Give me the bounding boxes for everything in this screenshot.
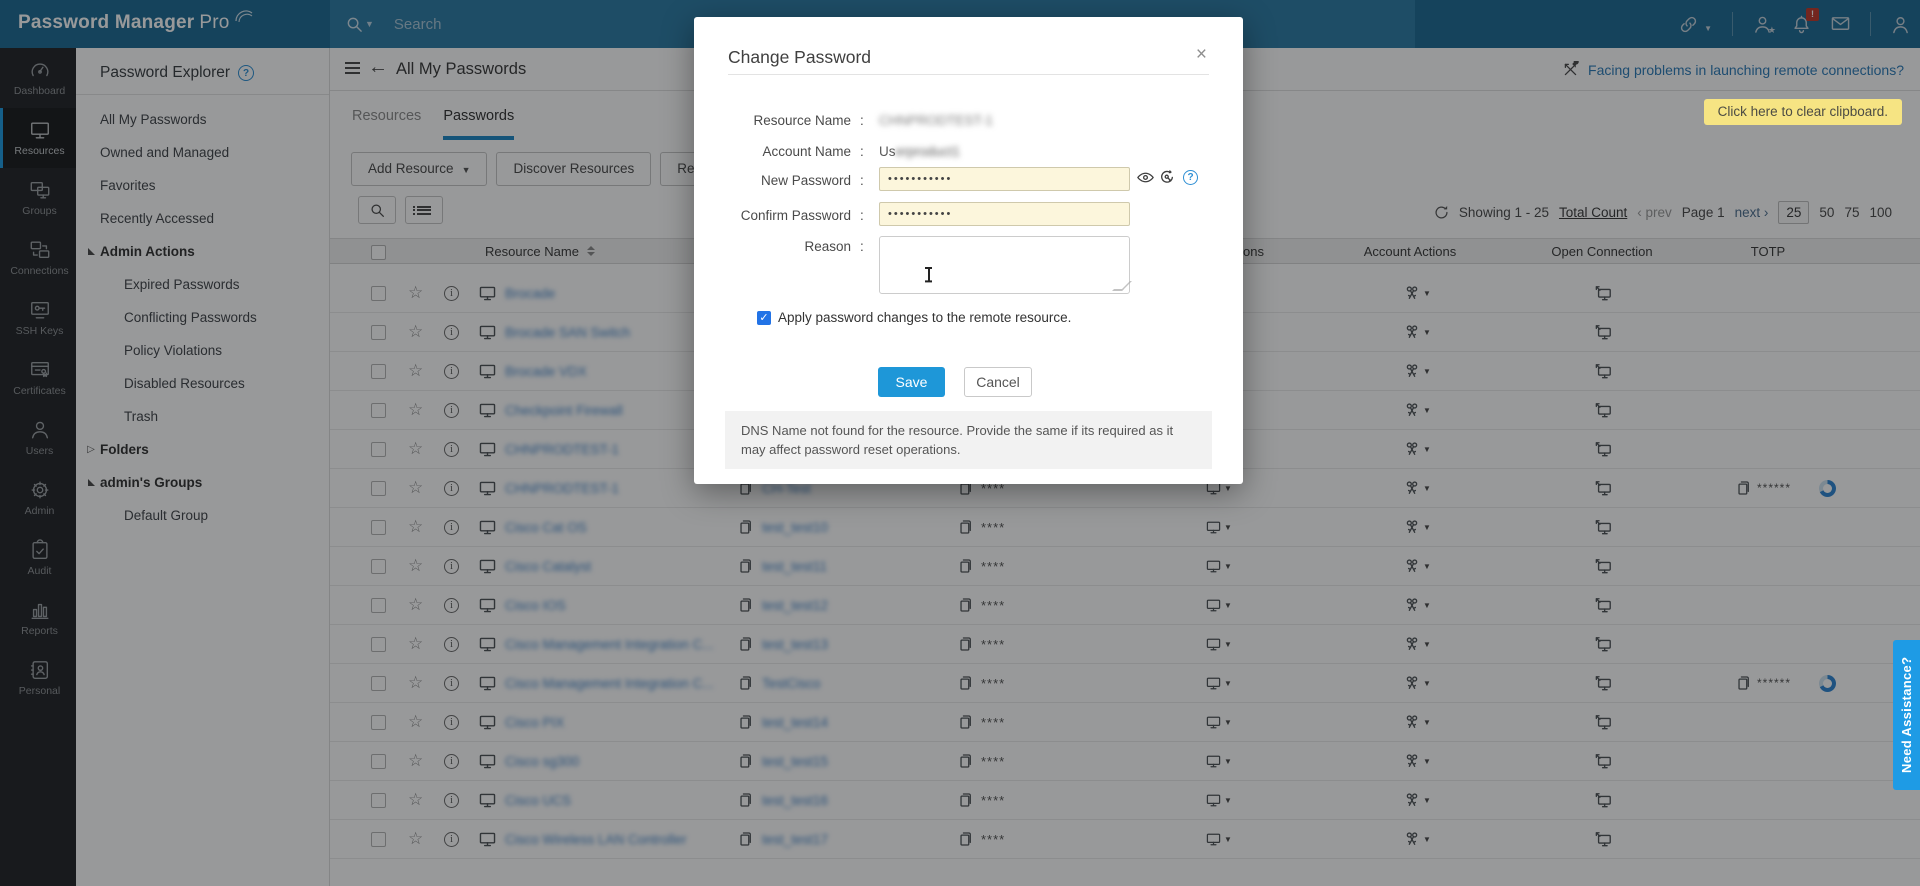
need-assistance-tab[interactable]: Need Assistance? — [1893, 640, 1920, 790]
account-name-value: Userproduct1 — [879, 144, 960, 159]
confirm-password-input[interactable]: ••••••••••• — [879, 202, 1130, 226]
colon: : — [860, 173, 864, 188]
change-password-dialog: Change Password × Resource Name : CHNPRO… — [694, 17, 1243, 484]
clear-clipboard-toast[interactable]: Click here to clear clipboard. — [1704, 99, 1902, 125]
confirm-password-label: Confirm Password — [694, 208, 851, 223]
apply-remote-checkbox[interactable]: ✓ — [757, 311, 771, 325]
new-password-input[interactable]: ••••••••••• — [879, 167, 1130, 191]
reason-label: Reason — [694, 239, 851, 254]
colon: : — [860, 208, 864, 223]
colon: : — [860, 113, 864, 128]
text-cursor — [924, 267, 933, 282]
show-password-eye-icon[interactable] — [1137, 172, 1154, 183]
cancel-button[interactable]: Cancel — [964, 367, 1032, 397]
resource-name-label: Resource Name — [694, 113, 851, 128]
resource-name-value: CHNPRODTEST-1 — [879, 113, 993, 128]
dialog-divider — [728, 74, 1209, 75]
password-help-icon[interactable]: ? — [1183, 170, 1198, 185]
reason-textarea[interactable] — [879, 236, 1130, 294]
generate-password-icon[interactable] — [1159, 169, 1175, 185]
account-name-label: Account Name — [694, 144, 851, 159]
colon: : — [860, 144, 864, 159]
close-icon[interactable]: × — [1196, 45, 1207, 64]
resize-grip[interactable] — [1112, 281, 1132, 291]
colon: : — [860, 239, 864, 254]
apply-remote-label: Apply password changes to the remote res… — [778, 310, 1071, 325]
dns-note: DNS Name not found for the resource. Pro… — [725, 411, 1212, 469]
save-button[interactable]: Save — [878, 367, 945, 397]
new-password-label: New Password — [694, 173, 851, 188]
dialog-title: Change Password — [728, 47, 871, 68]
